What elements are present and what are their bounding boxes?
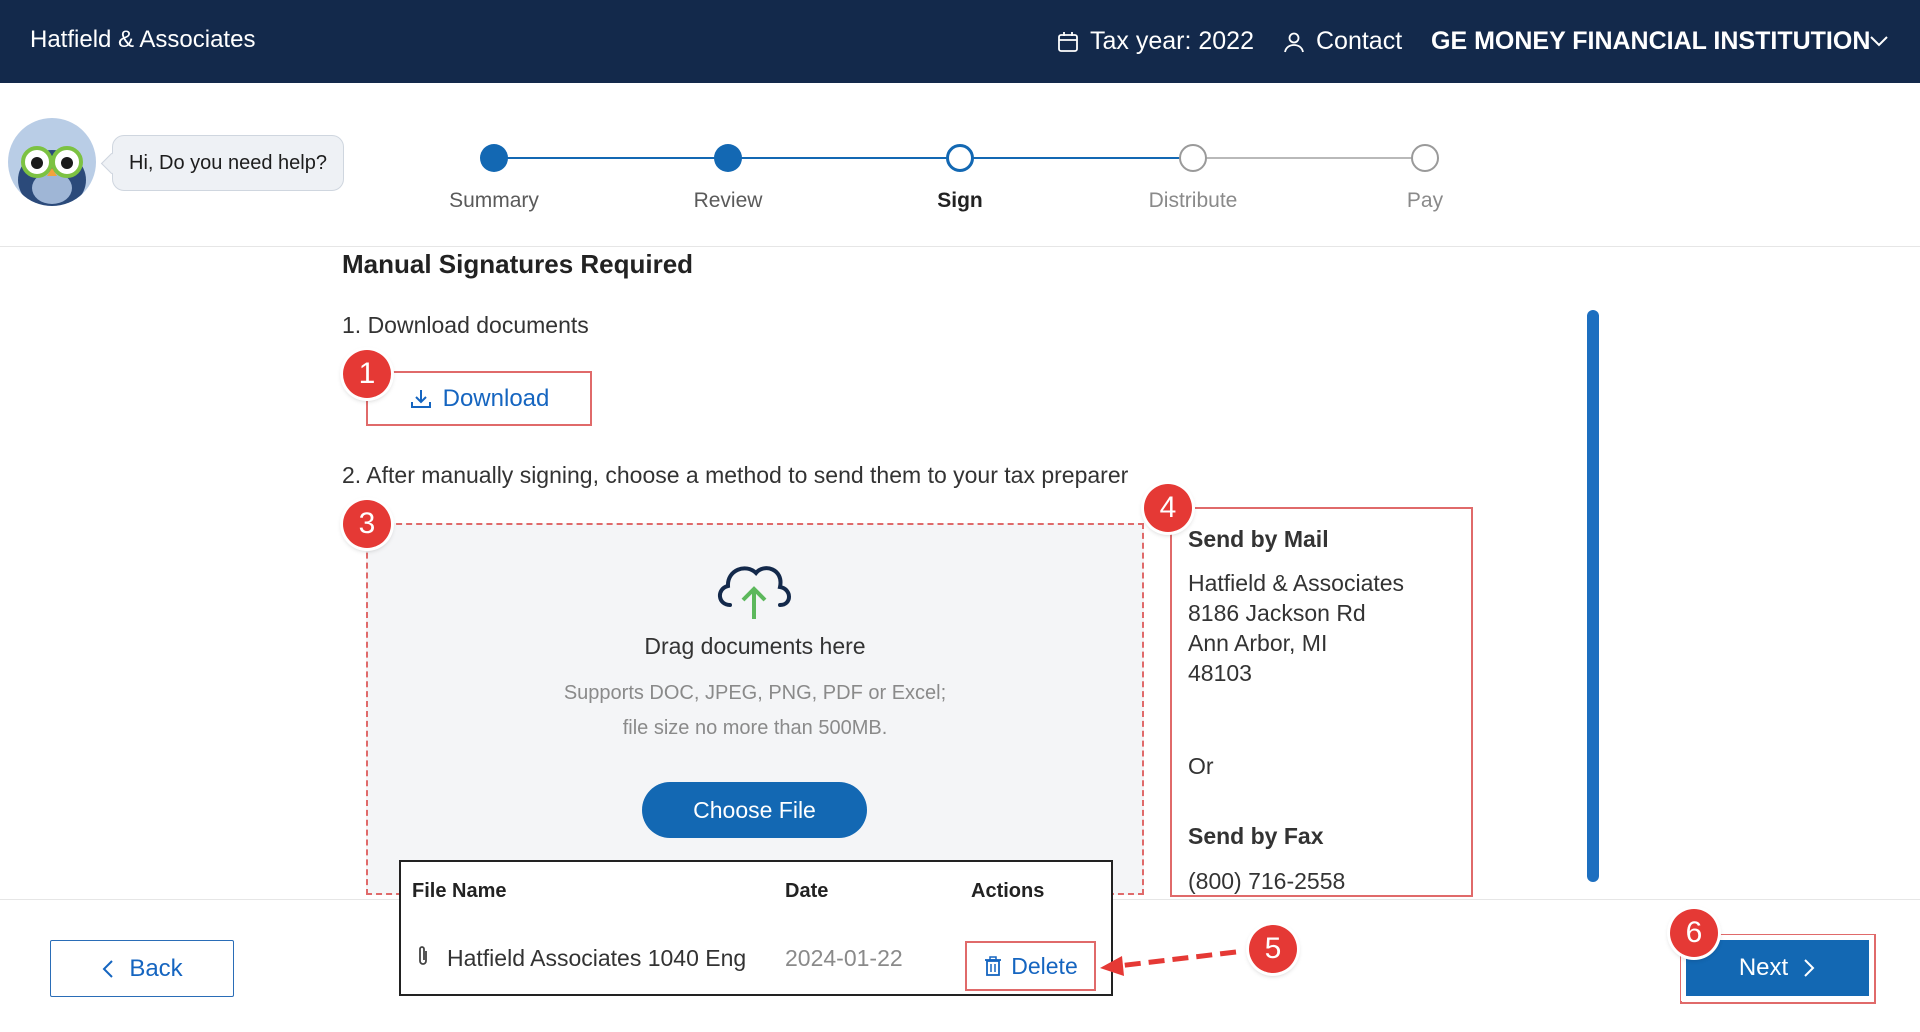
send-by-fax-heading: Send by Fax <box>1188 823 1324 849</box>
step-connector <box>728 157 960 159</box>
step-connector <box>494 157 728 159</box>
chevron-down-icon[interactable] <box>1868 33 1890 49</box>
step-1-text: 1. Download documents <box>342 312 589 338</box>
step-label-pay: Pay <box>1406 189 1444 212</box>
delete-label: Delete <box>1011 952 1078 979</box>
vertical-scrollbar[interactable] <box>1587 310 1599 882</box>
paperclip-icon <box>419 946 427 965</box>
trash-icon <box>985 956 1002 976</box>
step-2-text: 2. After manually signing, choose a meth… <box>342 462 1129 488</box>
step-label-summary: Summary <box>449 189 539 212</box>
step-label-review: Review <box>693 189 763 212</box>
tax-year-label: Tax year: 2022 <box>1090 27 1254 55</box>
chevron-left-icon <box>102 959 114 978</box>
contact-link[interactable]: Contact <box>1282 27 1402 56</box>
mail-address-line: 48103 <box>1188 660 1252 686</box>
column-header-actions: Actions <box>971 880 1045 902</box>
column-header-file-name: File Name <box>412 880 507 902</box>
delete-file-button[interactable]: Delete <box>965 941 1096 991</box>
step-dot-summary[interactable] <box>480 144 508 172</box>
owl-avatar[interactable] <box>8 118 96 206</box>
back-label: Back <box>129 954 183 982</box>
help-bubble[interactable]: Hi, Do you need help? <box>112 135 344 191</box>
institution-selector[interactable]: GE MONEY FINANCIAL INSTITUTION <box>1431 27 1870 56</box>
step-dot-sign[interactable] <box>946 144 974 172</box>
download-label: Download <box>442 384 550 412</box>
step-dot-review[interactable] <box>714 144 742 172</box>
annotation-arrow-icon <box>1100 949 1237 976</box>
back-button[interactable]: Back <box>50 940 234 997</box>
mail-address-line: Hatfield & Associates <box>1188 570 1405 596</box>
next-label: Next <box>1738 954 1789 981</box>
step-label-distribute: Distribute <box>1148 189 1238 212</box>
column-header-date: Date <box>785 880 829 902</box>
mail-address-line: 8186 Jackson Rd <box>1188 600 1366 626</box>
section-divider <box>0 246 1920 247</box>
annotation-badge: 1 <box>343 350 391 398</box>
institution-name: GE MONEY FINANCIAL INSTITUTION <box>1431 27 1871 55</box>
annotation-badge: 4 <box>1144 484 1192 532</box>
annotation-badge: 3 <box>343 500 391 548</box>
owl-icon <box>18 146 86 206</box>
contact-label: Contact <box>1316 27 1403 55</box>
step-connector <box>1193 157 1425 159</box>
step-dot-distribute[interactable] <box>1179 144 1207 172</box>
cloud-upload-icon <box>718 566 791 619</box>
mail-address-line: Ann Arbor, MI <box>1188 630 1328 656</box>
step-connector <box>960 157 1193 159</box>
or-text: Or <box>1188 753 1214 779</box>
file-date-cell: 2024-01-22 <box>785 945 903 971</box>
annotation-badge: 5 <box>1249 925 1297 973</box>
user-icon <box>1284 32 1304 52</box>
dropzone-title: Drag documents here <box>644 633 866 659</box>
next-button[interactable]: Next <box>1686 940 1869 996</box>
step-label-sign: Sign <box>937 189 983 212</box>
chevron-right-icon <box>1804 959 1815 977</box>
dropzone-formats: Supports DOC, JPEG, PNG, PDF or Excel; <box>563 682 947 704</box>
annotation-badge: 6 <box>1670 909 1718 957</box>
page-title: Manual Signatures Required <box>342 249 694 279</box>
brand-name[interactable]: Hatfield & Associates <box>30 26 255 54</box>
step-dot-pay[interactable] <box>1411 144 1439 172</box>
send-by-mail-heading: Send by Mail <box>1188 526 1329 552</box>
file-name-cell[interactable]: Hatfield Associates 1040 Eng <box>447 945 769 972</box>
dropzone-size-limit: file size no more than 500MB. <box>622 717 888 739</box>
calendar-icon <box>1058 31 1078 52</box>
choose-file-button[interactable]: Choose File <box>642 782 867 838</box>
tax-year: Tax year: 2022 <box>1056 27 1254 56</box>
download-button[interactable]: Download <box>366 371 592 426</box>
fax-number: (800) 716-2558 <box>1188 868 1346 894</box>
download-icon <box>410 389 431 408</box>
